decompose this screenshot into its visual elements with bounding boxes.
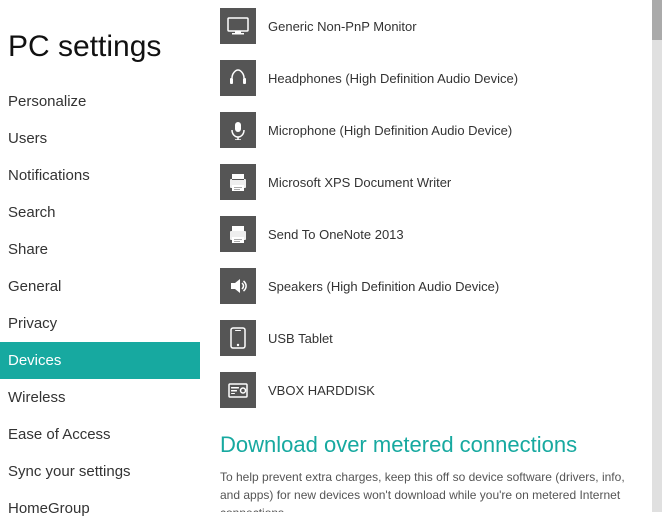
device-name: VBOX HARDDISK (268, 383, 375, 398)
sidebar-item-share[interactable]: Share (0, 231, 200, 268)
speakers-icon (220, 268, 256, 304)
sidebar-item-homegroup[interactable]: HomeGroup (0, 490, 200, 527)
device-item: VBOX HARDDISK (220, 364, 632, 416)
metered-description: To help prevent extra charges, keep this… (220, 468, 632, 512)
sidebar-item-search[interactable]: Search (0, 194, 200, 231)
device-name: Speakers (High Definition Audio Device) (268, 279, 499, 294)
sidebar-item-users[interactable]: Users (0, 120, 200, 157)
sidebar-item-general[interactable]: General (0, 268, 200, 305)
content-area: Generic Non-PnP Monitor Headphones (High… (200, 0, 652, 512)
microphone-icon (220, 112, 256, 148)
disk-icon (220, 372, 256, 408)
sidebar-item-wireless[interactable]: Wireless (0, 379, 200, 416)
printer-icon (220, 164, 256, 200)
sidebar-item-devices[interactable]: Devices (0, 342, 200, 379)
audio-icon (220, 60, 256, 96)
device-name: Headphones (High Definition Audio Device… (268, 71, 518, 86)
sidebar-item-sync-settings[interactable]: Sync your settings (0, 453, 200, 490)
device-name: Microsoft XPS Document Writer (268, 175, 451, 190)
sidebar-item-notifications[interactable]: Notifications (0, 157, 200, 194)
device-item: Headphones (High Definition Audio Device… (220, 52, 632, 104)
app-title: PC settings (0, 20, 200, 83)
monitor-icon (220, 8, 256, 44)
scrollbar[interactable] (652, 0, 662, 512)
device-name: Send To OneNote 2013 (268, 227, 404, 242)
device-name: Microphone (High Definition Audio Device… (268, 123, 512, 138)
sidebar: PC settings Personalize Users Notificati… (0, 0, 200, 512)
device-item: USB Tablet (220, 312, 632, 364)
device-item: Send To OneNote 2013 (220, 208, 632, 260)
device-name: USB Tablet (268, 331, 333, 346)
scrollbar-thumb[interactable] (652, 0, 662, 40)
device-item: Generic Non-PnP Monitor (220, 0, 632, 52)
device-item: Microsoft XPS Document Writer (220, 156, 632, 208)
sidebar-item-ease-of-access[interactable]: Ease of Access (0, 416, 200, 453)
device-item: Speakers (High Definition Audio Device) (220, 260, 632, 312)
tablet-icon (220, 320, 256, 356)
onenote-printer-icon (220, 216, 256, 252)
device-name: Generic Non-PnP Monitor (268, 19, 417, 34)
sidebar-item-personalize[interactable]: Personalize (0, 83, 200, 120)
sidebar-item-privacy[interactable]: Privacy (0, 305, 200, 342)
device-item: Microphone (High Definition Audio Device… (220, 104, 632, 156)
metered-heading: Download over metered connections (220, 432, 632, 458)
main-area: Generic Non-PnP Monitor Headphones (High… (200, 0, 662, 512)
